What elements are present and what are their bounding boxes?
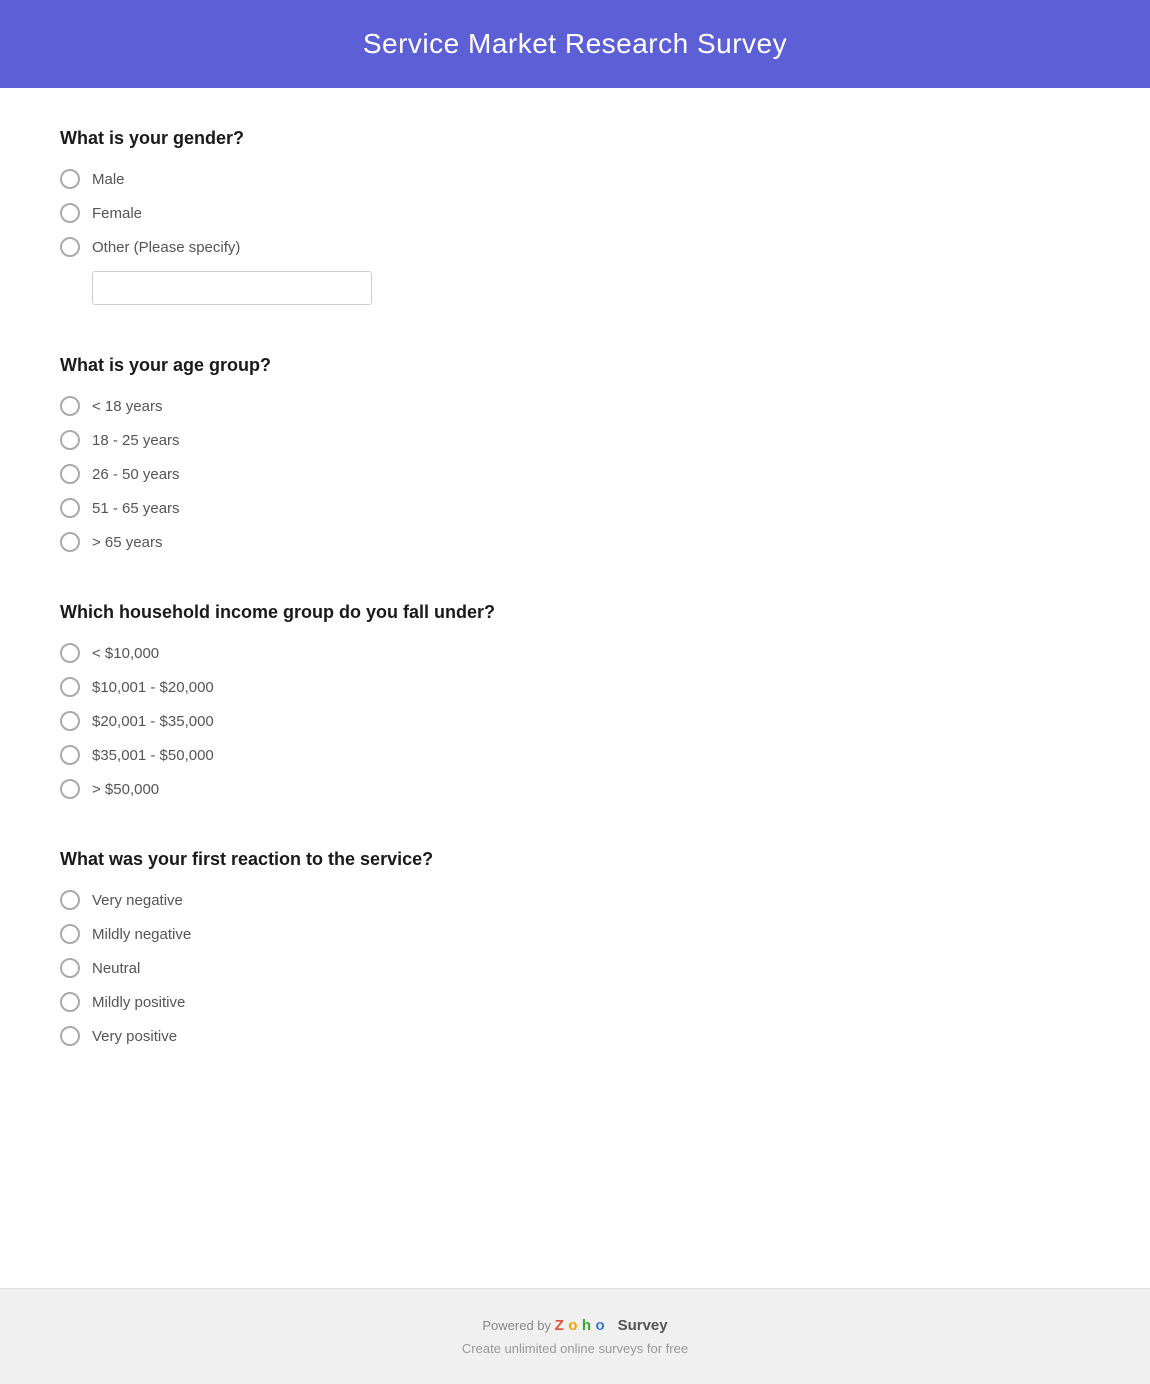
footer-tagline: Create unlimited online surveys for free (20, 1341, 1130, 1356)
reaction-option-very-positive[interactable]: Very positive (60, 1026, 1090, 1046)
gender-radio-male[interactable] (60, 169, 80, 189)
reaction-radio-mildly-negative[interactable] (60, 924, 80, 944)
zoho-letter-z: Z (555, 1317, 564, 1334)
age-label-under18: < 18 years (92, 398, 162, 415)
gender-option-male[interactable]: Male (60, 169, 1090, 189)
zoho-letter-o1: o (568, 1317, 577, 1334)
zoho-survey-label: Survey (618, 1317, 668, 1334)
question-gender: What is your gender? Male Female Other (… (60, 128, 1090, 305)
reaction-option-mildly-positive[interactable]: Mildly positive (60, 992, 1090, 1012)
age-option-26to50[interactable]: 26 - 50 years (60, 464, 1090, 484)
gender-other-text-input[interactable] (92, 271, 372, 305)
reaction-radio-neutral[interactable] (60, 958, 80, 978)
income-radio-20kto35k[interactable] (60, 711, 80, 731)
income-label-35kto50k: $35,001 - $50,000 (92, 747, 214, 764)
reaction-radio-very-negative[interactable] (60, 890, 80, 910)
powered-by-text: Powered by (482, 1318, 554, 1333)
age-radio-18to25[interactable] (60, 430, 80, 450)
income-radio-over50k[interactable] (60, 779, 80, 799)
footer-powered-line: Powered by Z o h o Survey (20, 1317, 1130, 1335)
reaction-label-neutral: Neutral (92, 960, 140, 977)
gender-label-other: Other (Please specify) (92, 239, 240, 256)
age-option-under18[interactable]: < 18 years (60, 396, 1090, 416)
gender-label-female: Female (92, 205, 142, 222)
income-label-20kto35k: $20,001 - $35,000 (92, 713, 214, 730)
question-income: Which household income group do you fall… (60, 602, 1090, 799)
age-radio-under18[interactable] (60, 396, 80, 416)
age-radio-over65[interactable] (60, 532, 80, 552)
gender-option-female[interactable]: Female (60, 203, 1090, 223)
gender-radio-other[interactable] (60, 237, 80, 257)
gender-option-other[interactable]: Other (Please specify) (60, 237, 1090, 257)
income-option-35kto50k[interactable]: $35,001 - $50,000 (60, 745, 1090, 765)
income-label-over50k: > $50,000 (92, 781, 159, 798)
gender-question-label: What is your gender? (60, 128, 1090, 149)
reaction-label-very-positive: Very positive (92, 1028, 177, 1045)
survey-header: Service Market Research Survey (0, 0, 1150, 88)
income-label-10kto20k: $10,001 - $20,000 (92, 679, 214, 696)
question-reaction: What was your first reaction to the serv… (60, 849, 1090, 1046)
reaction-label-mildly-negative: Mildly negative (92, 926, 191, 943)
age-radio-26to50[interactable] (60, 464, 80, 484)
survey-footer: Powered by Z o h o Survey Create unlimit… (0, 1288, 1150, 1384)
age-option-51to65[interactable]: 51 - 65 years (60, 498, 1090, 518)
reaction-option-mildly-negative[interactable]: Mildly negative (60, 924, 1090, 944)
income-question-label: Which household income group do you fall… (60, 602, 1090, 623)
age-label-18to25: 18 - 25 years (92, 432, 180, 449)
gender-radio-female[interactable] (60, 203, 80, 223)
income-radio-35kto50k[interactable] (60, 745, 80, 765)
survey-title: Service Market Research Survey (20, 28, 1130, 60)
reaction-radio-mildly-positive[interactable] (60, 992, 80, 1012)
survey-main: What is your gender? Male Female Other (… (0, 88, 1150, 1288)
age-option-over65[interactable]: > 65 years (60, 532, 1090, 552)
reaction-radio-very-positive[interactable] (60, 1026, 80, 1046)
reaction-question-label: What was your first reaction to the serv… (60, 849, 1090, 870)
reaction-label-mildly-positive: Mildly positive (92, 994, 185, 1011)
zoho-letter-h: h (582, 1317, 591, 1334)
question-age: What is your age group? < 18 years 18 - … (60, 355, 1090, 552)
age-label-51to65: 51 - 65 years (92, 500, 180, 517)
age-radio-51to65[interactable] (60, 498, 80, 518)
reaction-label-very-negative: Very negative (92, 892, 183, 909)
income-option-20kto35k[interactable]: $20,001 - $35,000 (60, 711, 1090, 731)
age-option-18to25[interactable]: 18 - 25 years (60, 430, 1090, 450)
income-label-under10k: < $10,000 (92, 645, 159, 662)
reaction-option-very-negative[interactable]: Very negative (60, 890, 1090, 910)
zoho-letter-o2: o (596, 1317, 605, 1334)
income-radio-under10k[interactable] (60, 643, 80, 663)
age-label-over65: > 65 years (92, 534, 162, 551)
income-option-over50k[interactable]: > $50,000 (60, 779, 1090, 799)
income-option-under10k[interactable]: < $10,000 (60, 643, 1090, 663)
gender-label-male: Male (92, 171, 125, 188)
age-question-label: What is your age group? (60, 355, 1090, 376)
income-radio-10kto20k[interactable] (60, 677, 80, 697)
income-option-10kto20k[interactable]: $10,001 - $20,000 (60, 677, 1090, 697)
reaction-option-neutral[interactable]: Neutral (60, 958, 1090, 978)
age-label-26to50: 26 - 50 years (92, 466, 180, 483)
